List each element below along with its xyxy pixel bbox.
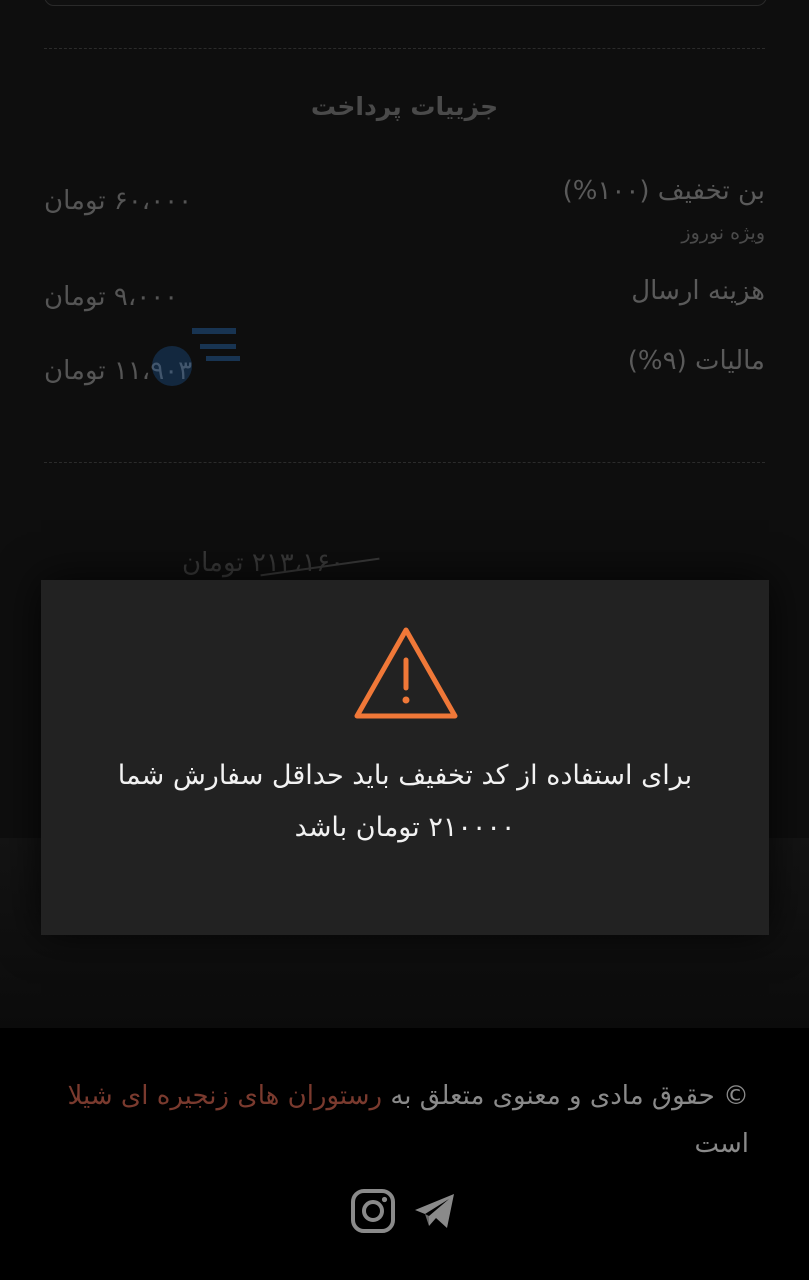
checkout-page: جزییات پرداخت بن تخفیف (۱۰۰%) ویژه نوروز… bbox=[0, 0, 809, 1280]
instagram-icon[interactable] bbox=[350, 1188, 396, 1234]
divider bbox=[44, 462, 765, 463]
warning-dialog: برای استفاده از کد تخفیف باید حداقل سفار… bbox=[41, 580, 769, 935]
shipping-cost-value: ۹،۰۰۰ تومان bbox=[44, 282, 179, 312]
copyright-suffix: است bbox=[694, 1129, 749, 1159]
telegram-icon[interactable] bbox=[412, 1188, 458, 1234]
payment-details-title: جزییات پرداخت bbox=[310, 92, 499, 121]
warning-message: برای استفاده از کد تخفیف باید حداقل سفار… bbox=[81, 750, 729, 854]
warning-triangle-icon bbox=[354, 627, 458, 719]
brand-link[interactable]: رستوران های زنجیره ای شیلا bbox=[67, 1081, 382, 1111]
copyright-text: © حقوق مادی و معنوی متعلق به رستوران های… bbox=[60, 1072, 749, 1168]
watermark-logo bbox=[152, 328, 240, 386]
discount-voucher-value: ۶۰،۰۰۰ تومان bbox=[44, 186, 193, 216]
divider bbox=[44, 48, 765, 49]
footer: © حقوق مادی و معنوی متعلق به رستوران های… bbox=[0, 1028, 809, 1280]
shipping-cost-label: هزینه ارسال bbox=[631, 276, 765, 306]
tax-label: مالیات (۹%) bbox=[627, 346, 765, 376]
warning-message-line: ۲۱۰۰۰۰ تومان باشد bbox=[294, 812, 516, 843]
discount-code-input[interactable] bbox=[44, 0, 767, 6]
discount-voucher-note: ویژه نوروز bbox=[681, 222, 765, 244]
copyright-prefix: © حقوق مادی و معنوی متعلق به bbox=[390, 1081, 749, 1111]
discount-voucher-label: بن تخفیف (۱۰۰%) bbox=[562, 176, 765, 206]
warning-message-line: برای استفاده از کد تخفیف باید حداقل سفار… bbox=[117, 760, 693, 791]
